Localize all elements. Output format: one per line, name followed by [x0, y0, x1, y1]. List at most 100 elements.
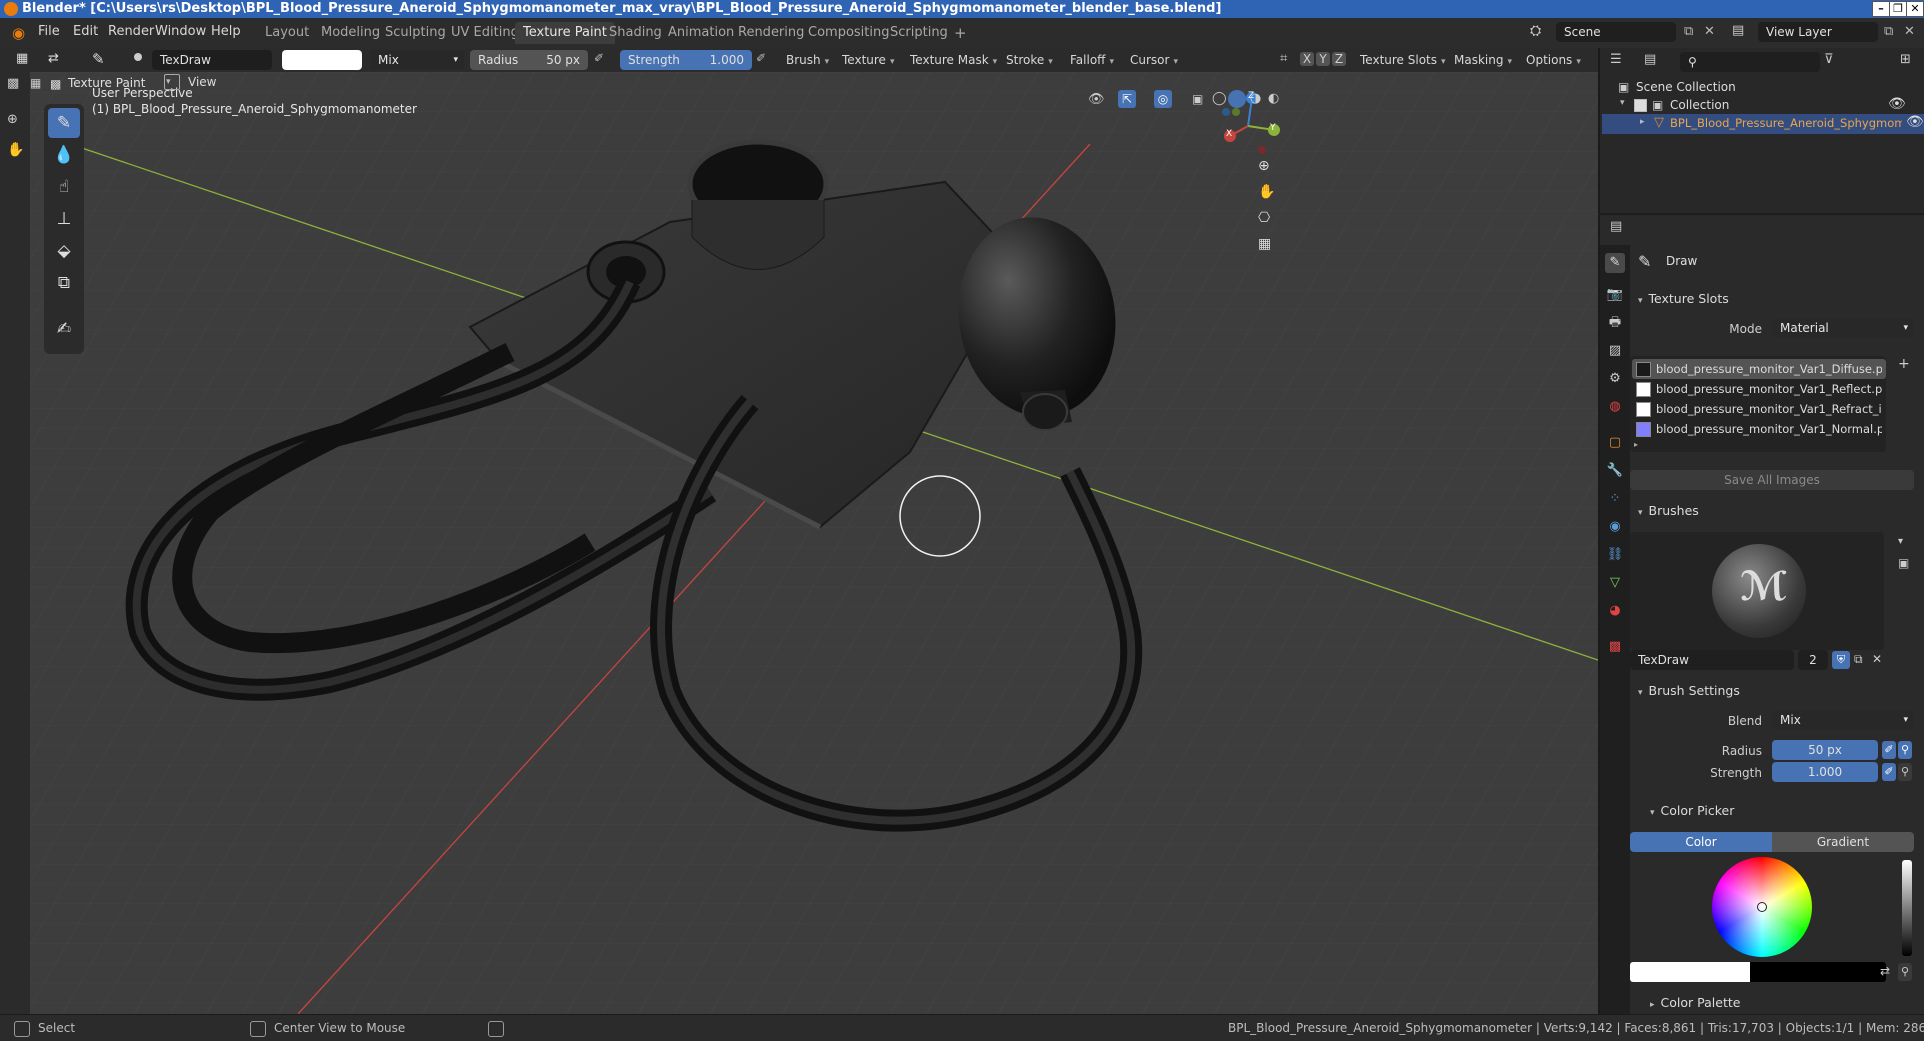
annotate-icon[interactable]: ✍ — [48, 314, 80, 344]
render-tab-icon[interactable]: 📷 — [1605, 285, 1625, 305]
maximize-button[interactable]: ❐ — [1889, 1, 1907, 17]
color-tab[interactable]: Color — [1630, 832, 1772, 852]
radius-pressure-icon[interactable]: ✐ — [1882, 741, 1896, 759]
clone-icon[interactable]: ⊥ — [48, 204, 80, 234]
paint-mask-toggle[interactable] — [164, 74, 180, 90]
display-mode-icon[interactable]: ▤ — [1644, 52, 1656, 67]
masking-menu[interactable]: Masking ▾ — [1448, 50, 1518, 70]
texture-tab-icon[interactable]: ▩ — [1605, 637, 1625, 657]
mirror-y-toggle[interactable]: Y — [1316, 52, 1330, 66]
swap-colors-icon[interactable]: ⇄ — [1880, 964, 1890, 978]
new-scene-icon[interactable]: ⧉ — [1684, 24, 1693, 39]
gizmo-toggle-icon[interactable]: ⇱ — [1118, 90, 1136, 108]
gradient-tab[interactable]: Gradient — [1772, 832, 1914, 852]
tree-object-row[interactable]: ▸ ▽ BPL_Blood_Pressure_Aneroid_Sphygmoma… — [1602, 114, 1924, 134]
filter-icon[interactable]: ⊽ — [1824, 52, 1834, 67]
view-layer-icon[interactable]: ▤ — [1732, 23, 1744, 38]
properties-editor-icon[interactable]: ▤ — [1610, 219, 1622, 234]
radius-field[interactable]: Radius 50 px — [470, 50, 588, 70]
image-editor-icon[interactable]: ▩ — [7, 76, 19, 91]
zoom-view-icon[interactable]: ⊕ — [7, 112, 18, 127]
fake-user-shield-icon[interactable]: ⛨ — [1832, 651, 1850, 669]
stroke-menu[interactable]: Stroke ▾ — [1000, 50, 1059, 70]
smear-icon[interactable]: ☝ — [48, 172, 80, 202]
ortho-grid-icon[interactable]: ▦ — [1258, 236, 1271, 252]
camera-view-icon[interactable]: ⎔ — [1258, 210, 1270, 226]
menu-file[interactable]: File — [38, 24, 60, 39]
minimize-button[interactable]: – — [1872, 1, 1890, 17]
expand-list-arrow-icon[interactable]: ▸ — [1634, 440, 1638, 449]
editor-type-icon[interactable]: ▦ — [16, 51, 28, 66]
add-workspace-button[interactable]: + — [946, 22, 975, 44]
color-palette-panel-header[interactable]: ▸ Color Palette — [1646, 992, 1924, 1014]
cursor-menu[interactable]: Cursor ▾ — [1124, 50, 1184, 70]
value-slider[interactable] — [1902, 860, 1912, 956]
delete-view-layer-icon[interactable]: ✕ — [1904, 24, 1915, 39]
data-tab-icon[interactable]: ▽ — [1605, 573, 1625, 593]
mirror-x-toggle[interactable]: X — [1300, 52, 1314, 66]
texture-slots-menu[interactable]: Texture Slots ▾ — [1354, 50, 1452, 70]
world-tab-icon[interactable]: ◍ — [1605, 397, 1625, 417]
view-layer-tab-icon[interactable]: ▨ — [1605, 341, 1625, 361]
material-preview-icon[interactable]: ◑ — [1250, 91, 1261, 106]
tree-scene-collection[interactable]: ▣ Scene Collection — [1618, 78, 1918, 98]
brush-users-count[interactable]: 2 — [1798, 650, 1828, 670]
strength-unit-icon[interactable]: ⚲ — [1898, 763, 1912, 781]
save-all-images-button[interactable]: Save All Images — [1630, 470, 1914, 490]
radius-unit-icon[interactable]: ⚲ — [1898, 741, 1912, 759]
brush-menu[interactable]: Brush ▾ — [780, 50, 835, 70]
visibility-icon[interactable]: 👁 — [1088, 92, 1105, 107]
chevron-down-icon[interactable]: ▾ — [1898, 536, 1903, 547]
menu-help[interactable]: Help — [211, 24, 241, 39]
particles-tab-icon[interactable]: ⁘ — [1605, 489, 1625, 509]
new-view-layer-icon[interactable]: ⧉ — [1884, 24, 1893, 39]
constraints-tab-icon[interactable]: ⛓ — [1605, 545, 1625, 565]
falloff-menu[interactable]: Falloff ▾ — [1064, 50, 1120, 70]
eye-icon[interactable]: 👁 — [1906, 114, 1924, 130]
texture-menu[interactable]: Texture ▾ — [836, 50, 900, 70]
expand-arrow-icon[interactable]: ▾ — [1620, 98, 1625, 108]
collection-checkbox[interactable] — [1634, 99, 1647, 112]
primary-color-swatch[interactable] — [1630, 962, 1750, 982]
view-layer-field[interactable]: View Layer — [1758, 22, 1878, 42]
outliner-editor-icon[interactable]: ☰ — [1610, 52, 1622, 67]
texture-slot-item[interactable]: blood_pressure_monitor_Var1_Reflect.png — [1632, 379, 1886, 399]
scene-tab-icon[interactable]: ⚙ — [1605, 369, 1625, 389]
color-wheel[interactable] — [1712, 857, 1812, 957]
symmetry-icon[interactable]: ⌗ — [1280, 51, 1287, 66]
menu-edit[interactable]: Edit — [73, 24, 98, 39]
unlink-brush-icon[interactable]: ✕ — [1872, 652, 1882, 666]
radius-slider[interactable]: 50 px — [1772, 740, 1878, 760]
color-picker-panel-header[interactable]: ▾ Color Picker — [1646, 800, 1924, 822]
tool-tab-icon[interactable]: ✎ — [1605, 253, 1625, 273]
radius-pressure-icon[interactable]: ✐ — [594, 51, 604, 65]
brush-name-field[interactable]: TexDraw — [1630, 650, 1794, 670]
texture-mask-menu[interactable]: Texture Mask ▾ — [904, 50, 1003, 70]
soften-icon[interactable]: 💧 — [48, 140, 80, 170]
tab-scripting[interactable]: Scripting — [882, 22, 956, 44]
texture-slot-item[interactable]: blood_pressure_monitor_Var1_Normal.png — [1632, 419, 1886, 439]
overlay-toggle-icon[interactable]: ◎ — [1154, 90, 1172, 108]
blend-mode-dropdown[interactable]: Mix ▾ — [370, 50, 464, 70]
duplicate-brush-icon[interactable]: ⧉ — [1854, 652, 1863, 667]
texture-slot-item[interactable]: blood_pressure_monitor_Var1_Diffuse.png — [1632, 359, 1886, 379]
expand-arrow-icon[interactable]: ▸ — [1640, 117, 1645, 127]
brush-image-icon[interactable]: ▣ — [1898, 556, 1909, 570]
paint-mode-icon[interactable]: ⇄ — [48, 51, 59, 66]
menu-window[interactable]: Window — [155, 24, 206, 39]
options-menu[interactable]: Options ▾ — [1520, 50, 1587, 70]
tab-texture-paint[interactable]: Texture Paint — [515, 22, 615, 44]
physics-tab-icon[interactable]: ◉ — [1605, 517, 1625, 537]
mask-icon[interactable]: ⧉ — [48, 268, 80, 298]
brush-name-field[interactable]: TexDraw — [152, 50, 272, 70]
pan-view-icon[interactable]: ✋ — [7, 142, 24, 158]
object-tab-icon[interactable]: ▢ — [1605, 433, 1625, 453]
fill-icon[interactable]: ⬙ — [48, 236, 80, 266]
color-eyedropper-icon[interactable]: ⚲ — [1898, 963, 1912, 981]
solid-shading-icon[interactable] — [1228, 90, 1246, 108]
material-tab-icon[interactable]: ◕ — [1605, 601, 1625, 621]
3d-viewport[interactable]: User Perspective (1) BPL_Blood_Pressure_… — [30, 72, 1598, 1014]
zoom-icon[interactable]: ⊕ — [1258, 158, 1270, 174]
strength-pressure-icon[interactable]: ✐ — [756, 51, 766, 65]
output-tab-icon[interactable]: 🖶 — [1605, 313, 1625, 333]
